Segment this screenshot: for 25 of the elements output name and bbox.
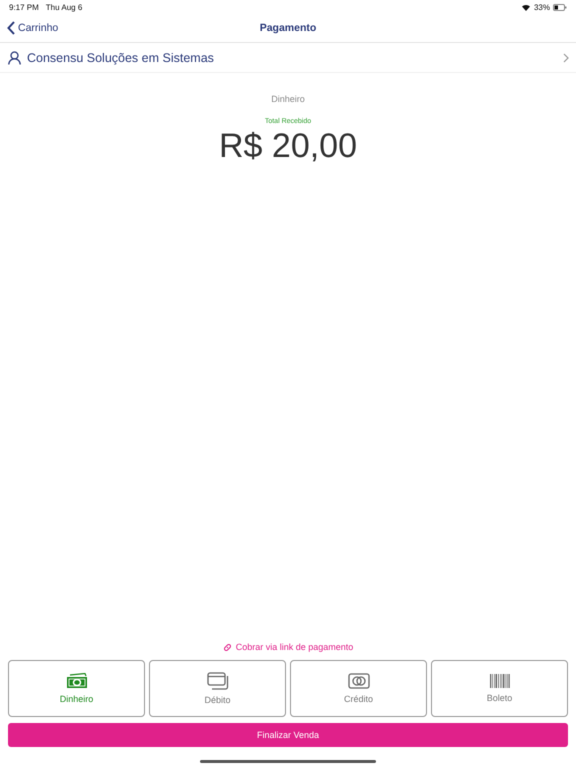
payment-method-button[interactable]: Dinheiro xyxy=(8,660,145,717)
credit-card-icon xyxy=(348,673,370,689)
payment-method-button[interactable]: Débito xyxy=(149,660,286,717)
back-button[interactable]: Carrinho xyxy=(7,21,58,35)
payment-method-button[interactable]: Boleto xyxy=(431,660,568,717)
battery-percent: 33% xyxy=(534,2,550,12)
battery-icon xyxy=(553,4,567,10)
payment-method-label: Dinheiro xyxy=(271,94,305,104)
payment-link[interactable]: Cobrar via link de pagamento xyxy=(222,642,354,652)
back-chevron-icon xyxy=(7,21,15,35)
chevron-right-icon xyxy=(563,52,569,62)
cards-icon xyxy=(206,672,228,690)
person-icon xyxy=(8,50,21,64)
status-time: 9:17 PM xyxy=(9,2,39,12)
finish-sale-button[interactable]: Finalizar Venda xyxy=(8,723,568,747)
total-amount: R$ 20,00 xyxy=(219,127,357,166)
customer-row[interactable]: Consensu Soluções em Sistemas xyxy=(0,43,576,73)
link-icon xyxy=(222,642,232,652)
barcode-icon xyxy=(490,674,510,688)
page-title: Pagamento xyxy=(260,22,316,34)
customer-name: Consensu Soluções em Sistemas xyxy=(27,50,215,64)
payment-method-button[interactable]: Crédito xyxy=(290,660,427,717)
cash-icon xyxy=(66,673,88,689)
status-date: Thu Aug 6 xyxy=(46,2,82,12)
wifi-icon xyxy=(520,3,531,11)
